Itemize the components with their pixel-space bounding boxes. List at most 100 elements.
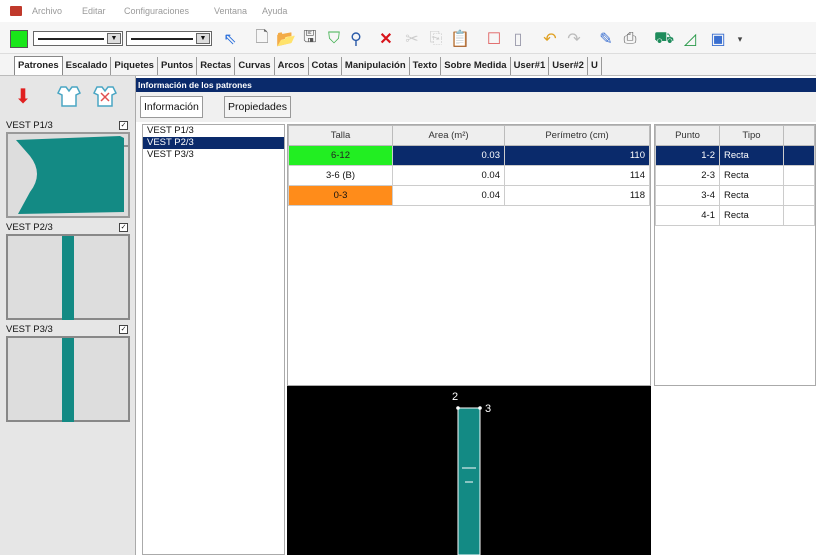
pattern-card-2[interactable]: VEST P2/3 ✓ (6, 222, 130, 320)
list-item[interactable]: VEST P3/3 (143, 149, 284, 161)
visibility-checkbox[interactable]: ✓ (119, 121, 128, 130)
menu-configuraciones[interactable]: Configuraciones (124, 6, 189, 16)
paste-icon[interactable]: 📋 (450, 28, 470, 50)
save-icon[interactable]: 🖫 (300, 28, 320, 50)
print-icon[interactable]: ⎙ (620, 28, 640, 50)
point-label-3: 3 (485, 403, 491, 415)
pattern-card-label: VEST P1/3 (6, 120, 53, 131)
undo-icon[interactable]: ↶ (540, 28, 560, 50)
menu-bar: Archivo Editar Configuraciones Ventana A… (0, 0, 816, 22)
new-icon[interactable]: 🗋 (252, 28, 272, 50)
tab-piquetes[interactable]: Piquetes (111, 57, 158, 75)
pattern-card-3[interactable]: VEST P3/3 ✓ (6, 324, 130, 422)
pattern-preview-canvas[interactable]: 2 3 (287, 386, 651, 555)
pattern-thumbnail[interactable] (6, 336, 130, 422)
tab-rectas[interactable]: Rectas (197, 57, 236, 75)
garment-icon[interactable]: ⛉ (324, 28, 344, 50)
column-header-punto[interactable]: Punto (655, 125, 720, 146)
line-width-combo[interactable]: ▼ (126, 31, 212, 46)
export-icon[interactable]: ▣ (708, 28, 728, 50)
visibility-checkbox[interactable]: ✓ (119, 223, 128, 232)
column-header-talla[interactable]: Talla (288, 125, 393, 146)
column-header-extra[interactable] (783, 125, 815, 146)
pattern-piece-shape (62, 338, 74, 422)
tab-arcos[interactable]: Arcos (275, 57, 309, 75)
garment-front-icon[interactable] (56, 82, 82, 110)
area-cell: 0.03 (392, 145, 505, 166)
tab-manipulacion[interactable]: Manipulación (342, 57, 410, 75)
pointer-icon[interactable]: ⇖ (220, 28, 240, 50)
open-icon[interactable]: 📂 (276, 28, 296, 50)
empty-cell (783, 145, 815, 166)
column-header-area[interactable]: Area (m²) (392, 125, 505, 146)
size-cell: 0-3 (288, 185, 393, 206)
tab-user1[interactable]: User#1 (511, 57, 550, 75)
tab-u[interactable]: U (588, 57, 602, 75)
list-item[interactable]: VEST P1/3 (143, 125, 284, 137)
table-row[interactable]: 1-2 Recta (655, 145, 815, 166)
point-table: Punto Tipo 1-2 Recta 2-3 Recta 3-4 Recta (654, 124, 816, 386)
empty-cell (783, 165, 815, 186)
delete-icon[interactable]: ✕ (376, 28, 396, 50)
panel-title: Información de los patrones (136, 78, 816, 92)
menu-ayuda[interactable]: Ayuda (262, 6, 287, 16)
tab-puntos[interactable]: Puntos (158, 57, 198, 75)
pattern-sidebar: ⬇ VEST P1/3 ✓ VEST P2/3 ✓ VEST P3/3 ✓ (0, 76, 136, 555)
tab-user2[interactable]: User#2 (549, 57, 588, 75)
pattern-thumbnail[interactable] (6, 132, 130, 218)
pattern-card-label: VEST P2/3 (6, 222, 53, 233)
tab-patrones[interactable]: Patrones (14, 56, 63, 75)
table-row[interactable]: 0-3 0.04 118 (288, 185, 650, 206)
tab-propiedades[interactable]: Propiedades (224, 96, 291, 118)
area-cell: 0.04 (392, 165, 505, 186)
page-icon[interactable]: ▯ (508, 28, 528, 50)
point-marker[interactable] (456, 406, 460, 410)
table-row[interactable]: 3-6 (B) 0.04 114 (288, 165, 650, 186)
point-marker[interactable] (478, 406, 482, 410)
pattern-piece-shape (16, 136, 128, 214)
area-cell: 0.04 (392, 185, 505, 206)
size-table: Talla Area (m²) Perímetro (cm) 6-12 0.03… (287, 124, 651, 386)
app-icon (10, 6, 22, 16)
table-row[interactable]: 6-12 0.03 110 (288, 145, 650, 166)
pattern-icon[interactable]: ⛟ (654, 28, 674, 50)
tab-cotas[interactable]: Cotas (309, 57, 342, 75)
line-style-combo[interactable]: ▼ (33, 31, 123, 46)
color-swatch[interactable] (10, 30, 28, 48)
find-icon[interactable]: ⚲ (346, 28, 366, 50)
tab-curvas[interactable]: Curvas (235, 57, 275, 75)
tab-sobre-medida[interactable]: Sobre Medida (441, 57, 511, 75)
menu-ventana[interactable]: Ventana (214, 6, 247, 16)
ruler-icon[interactable]: ◿ (680, 28, 700, 50)
type-cell: Recta (719, 185, 784, 206)
perimeter-cell: 118 (504, 185, 650, 206)
table-row[interactable]: 4-1 Recta (655, 205, 815, 226)
arrow-down-icon[interactable]: ⬇ (14, 82, 32, 110)
empty-cell (783, 185, 815, 206)
export-dropdown-icon[interactable]: ▾ (730, 28, 750, 50)
chevron-down-icon[interactable]: ▼ (196, 33, 210, 44)
garment-back-icon[interactable] (92, 82, 118, 110)
visibility-checkbox[interactable]: ✓ (119, 325, 128, 334)
menu-editar[interactable]: Editar (82, 6, 106, 16)
menu-archivo[interactable]: Archivo (32, 6, 62, 16)
chevron-down-icon[interactable]: ▼ (107, 33, 121, 44)
type-cell: Recta (719, 205, 784, 226)
empty-cell (783, 205, 815, 226)
redo-icon[interactable]: ↷ (564, 28, 584, 50)
pattern-card-label: VEST P3/3 (6, 324, 53, 335)
table-row[interactable]: 2-3 Recta (655, 165, 815, 186)
list-item[interactable]: VEST P2/3 (143, 137, 284, 149)
pattern-thumbnail[interactable] (6, 234, 130, 320)
edit-icon[interactable]: ✎ (596, 28, 616, 50)
frame-icon[interactable]: ☐ (484, 28, 504, 50)
tab-escalado[interactable]: Escalado (63, 57, 112, 75)
column-header-tipo[interactable]: Tipo (719, 125, 784, 146)
table-row[interactable]: 3-4 Recta (655, 185, 815, 206)
cut-icon[interactable]: ✂ (402, 28, 422, 50)
column-header-perimetro[interactable]: Perímetro (cm) (504, 125, 650, 146)
pattern-card-1[interactable]: VEST P1/3 ✓ (6, 120, 130, 218)
tab-texto[interactable]: Texto (410, 57, 442, 75)
copy-icon[interactable]: ⎘ (426, 28, 446, 50)
tab-informacion[interactable]: Información (140, 96, 203, 118)
